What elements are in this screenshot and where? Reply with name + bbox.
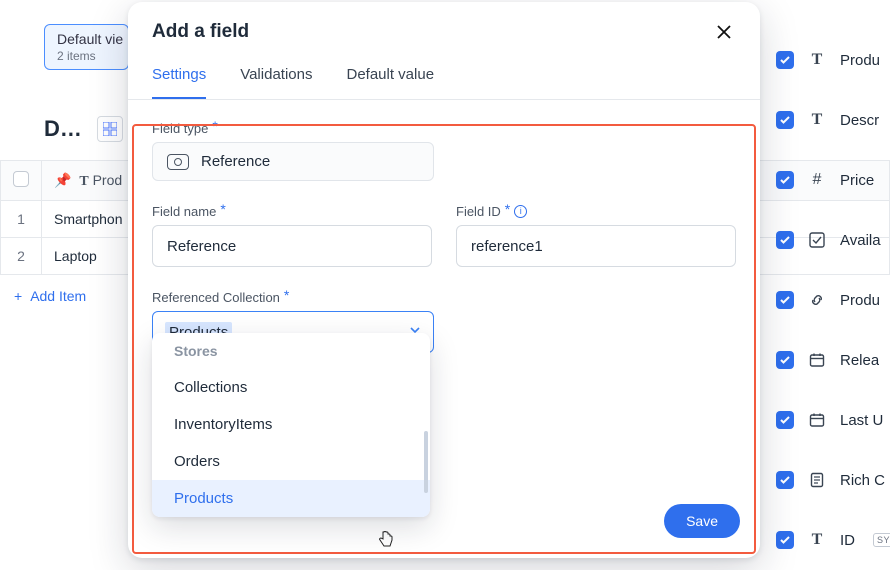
dropdown-menu: Stores CollectionsInventoryItemsOrdersPr… (152, 333, 430, 517)
field-label: ID (840, 532, 855, 549)
dropdown-item[interactable]: Orders (152, 443, 430, 480)
dropdown-scrollbar[interactable] (424, 431, 428, 493)
tab-validations[interactable]: Validations (240, 66, 312, 99)
fields-panel: T Produ T Descr # Price Availa Produ Relea Last U… (776, 30, 890, 570)
calendar-icon (808, 351, 826, 369)
info-icon[interactable]: i (514, 205, 527, 218)
plus-icon: + (14, 288, 22, 304)
field-checkbox[interactable] (776, 171, 794, 189)
field-label: Price (840, 172, 874, 189)
field-list-item[interactable]: T Descr (776, 90, 890, 150)
modal-title: Add a field (152, 21, 249, 43)
link-icon (808, 291, 826, 309)
add-field-modal: Add a field Settings Validations Default… (128, 2, 760, 558)
field-checkbox[interactable] (776, 471, 794, 489)
field-checkbox[interactable] (776, 411, 794, 429)
pin-icon: 📌 (54, 172, 71, 188)
field-label: Relea (840, 352, 879, 369)
field-checkbox[interactable] (776, 351, 794, 369)
field-label: Rich C (840, 472, 885, 489)
field-checkbox[interactable] (776, 531, 794, 549)
doc-icon (808, 471, 826, 489)
row-number: 2 (1, 238, 42, 275)
view-chip[interactable]: Default vie 2 items (44, 24, 129, 70)
modal-tabs: Settings Validations Default value (128, 44, 760, 100)
tab-default-value[interactable]: Default value (346, 66, 434, 99)
field-list-item[interactable]: Relea (776, 330, 890, 390)
field-label: Descr (840, 112, 879, 129)
add-item-button[interactable]: + Add Item (6, 282, 94, 310)
tab-settings[interactable]: Settings (152, 66, 206, 99)
dropdown-item[interactable]: Products (152, 480, 430, 517)
field-type-selector[interactable]: Reference (152, 142, 434, 181)
text-icon: T (808, 531, 826, 549)
text-icon: T (808, 51, 826, 69)
save-button[interactable]: Save (664, 504, 740, 538)
hash-icon: # (808, 171, 826, 189)
calendar-icon (808, 411, 826, 429)
header-checkbox-cell[interactable] (1, 161, 42, 201)
field-checkbox[interactable] (776, 291, 794, 309)
dropdown-item[interactable]: InventoryItems (152, 406, 430, 443)
check-icon (808, 231, 826, 249)
field-list-item[interactable]: Availa (776, 210, 890, 270)
field-list-item[interactable]: T ID SY (776, 510, 890, 570)
view-chip-subtitle: 2 items (57, 49, 116, 63)
field-list-item[interactable]: Produ (776, 270, 890, 330)
collection-title: D… (44, 116, 84, 142)
field-checkbox[interactable] (776, 231, 794, 249)
field-id-input[interactable] (456, 225, 736, 267)
field-list-item[interactable]: # Price (776, 150, 890, 210)
field-checkbox[interactable] (776, 51, 794, 69)
synced-badge: SY (873, 533, 890, 547)
grid-view-icon[interactable] (97, 116, 123, 142)
field-list-item[interactable]: Rich C (776, 450, 890, 510)
field-list-item[interactable]: T Produ (776, 30, 890, 90)
field-list-item[interactable]: Last U (776, 390, 890, 450)
field-checkbox[interactable] (776, 111, 794, 129)
field-label: Produ (840, 292, 880, 309)
field-label: Produ (840, 52, 880, 69)
text-icon: T (808, 111, 826, 129)
field-type-label: Field type * (152, 120, 736, 136)
view-chip-title: Default vie (57, 31, 116, 47)
dropdown-item[interactable]: Collections (152, 369, 430, 406)
close-button[interactable] (712, 20, 736, 44)
field-id-label: Field ID* i (456, 203, 736, 219)
referenced-collection-label: Referenced Collection* (152, 289, 434, 305)
field-name-label: Field name* (152, 203, 432, 219)
row-number: 1 (1, 201, 42, 238)
field-label: Last U (840, 412, 883, 429)
field-label: Availa (840, 232, 881, 249)
dropdown-group-label: Stores (152, 333, 430, 369)
reference-icon (167, 154, 189, 170)
field-name-input[interactable] (152, 225, 432, 267)
